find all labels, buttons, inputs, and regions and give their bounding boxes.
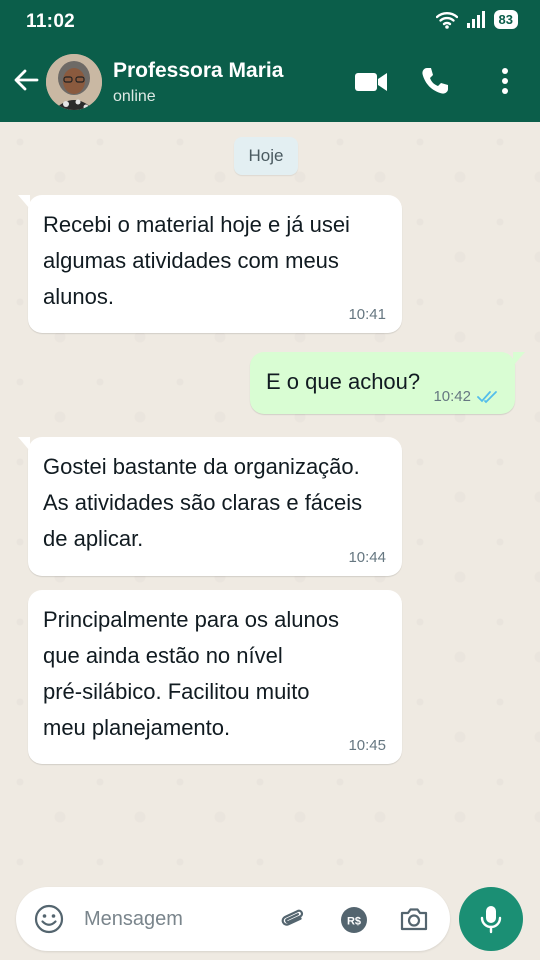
- bubble-tail: [18, 195, 30, 209]
- message-line: de aplicar.: [43, 526, 144, 551]
- message-input[interactable]: [84, 901, 264, 937]
- message-time-text: 10:42: [433, 388, 471, 405]
- status-icons: 83: [435, 10, 518, 29]
- chat-header: Professora Maria online: [0, 42, 540, 122]
- message-text: Recebi o material hoje e já usei algumas…: [43, 207, 350, 315]
- date-separator: Hoje: [234, 137, 298, 175]
- signal-icon: [466, 10, 485, 28]
- message-bubble-incoming[interactable]: Principalmente para os alunos que ainda …: [28, 590, 402, 764]
- contact-name[interactable]: Professora Maria: [113, 59, 283, 83]
- double-check-read-icon: [477, 390, 497, 403]
- message-bubble-incoming[interactable]: Recebi o material hoje e já usei algumas…: [18, 195, 402, 333]
- back-arrow-icon[interactable]: [12, 66, 40, 94]
- message-line: As atividades são claras e fáceis: [43, 490, 363, 515]
- bubble-tail: [513, 352, 525, 366]
- video-call-icon[interactable]: [354, 68, 388, 96]
- message-line: meu planejamento.: [43, 715, 231, 740]
- message-line: Gostei bastante da organização.: [43, 454, 360, 479]
- message-time: 10:42: [433, 388, 499, 405]
- message-text: Principalmente para os alunos que ainda …: [43, 602, 339, 746]
- message-line: alunos.: [43, 284, 114, 309]
- battery-indicator: 83: [493, 10, 518, 29]
- camera-icon[interactable]: [399, 904, 429, 934]
- voice-message-button[interactable]: [459, 887, 523, 951]
- contact-status: online: [113, 88, 156, 105]
- message-line: E o que achou?: [266, 369, 421, 394]
- phone-call-icon[interactable]: [420, 66, 450, 96]
- message-line: que ainda estão no nível: [43, 643, 283, 668]
- message-time: 10:45: [348, 737, 386, 754]
- message-bubble-outgoing[interactable]: E o que achou? 10:42: [250, 352, 525, 414]
- bubble-tail: [18, 437, 30, 451]
- payment-icon[interactable]: R$: [340, 906, 368, 934]
- attachment-icon[interactable]: [278, 904, 308, 934]
- microphone-icon: [480, 906, 502, 934]
- message-time: 10:44: [348, 549, 386, 566]
- emoji-icon[interactable]: [34, 904, 64, 934]
- status-bar: 11:02 83: [0, 0, 540, 42]
- message-line: Recebi o material hoje e já usei: [43, 212, 350, 237]
- contact-avatar[interactable]: [46, 54, 102, 110]
- more-options-icon[interactable]: [492, 66, 518, 96]
- message-list[interactable]: Hoje Recebi o material hoje e já usei al…: [0, 122, 540, 882]
- message-line: Principalmente para os alunos: [43, 607, 339, 632]
- message-line: pré-silábico. Facilitou muito: [43, 679, 310, 704]
- status-time: 11:02: [26, 11, 76, 32]
- message-bubble-incoming[interactable]: Gostei bastante da organização. As ativi…: [18, 437, 402, 576]
- message-text: E o que achou?: [266, 364, 420, 400]
- svg-text:R$: R$: [347, 916, 361, 928]
- message-time: 10:41: [348, 306, 386, 323]
- message-composer: R$: [16, 887, 450, 951]
- wifi-icon: [435, 11, 458, 29]
- message-text: Gostei bastante da organização. As ativi…: [43, 449, 362, 557]
- message-line: algumas atividades com meus: [43, 248, 339, 273]
- avatar-image: [46, 54, 102, 110]
